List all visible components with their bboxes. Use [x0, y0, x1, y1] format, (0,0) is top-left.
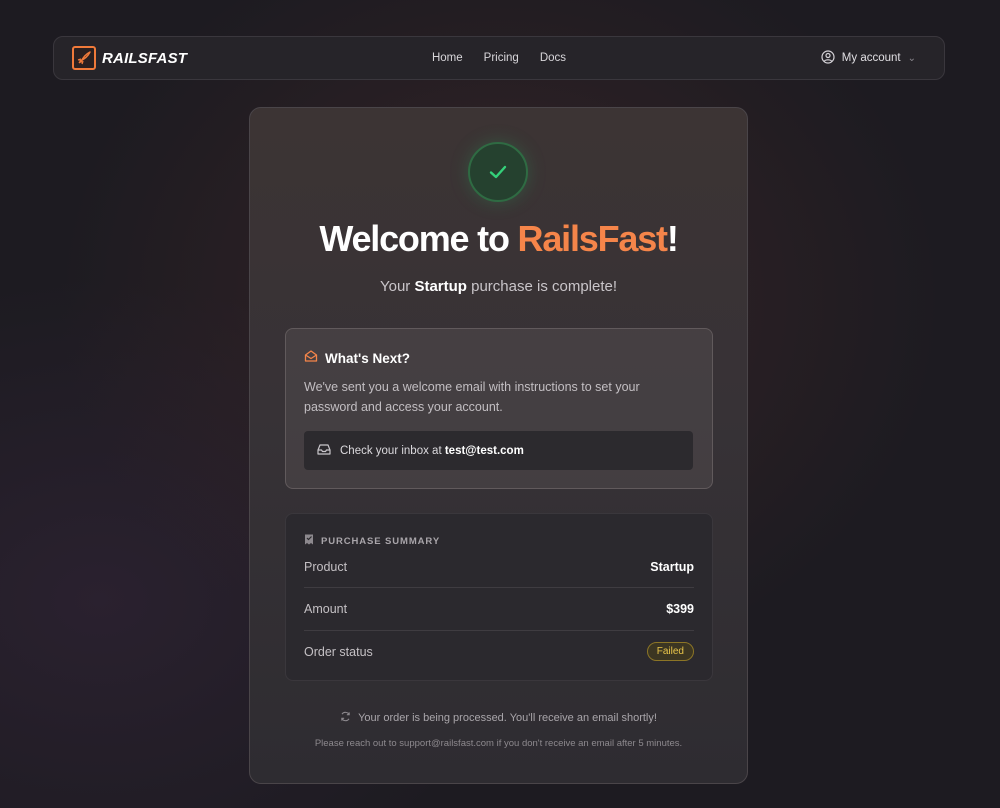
summary-value: Startup: [650, 560, 694, 574]
logo[interactable]: RAILSFAST: [72, 46, 187, 70]
summary-value: $399: [666, 602, 694, 616]
chevron-down-icon: ⌄: [907, 52, 916, 64]
receipt-icon: [304, 532, 314, 550]
title-prefix: Welcome to: [319, 218, 518, 259]
inbox-email: test@test.com: [444, 444, 524, 457]
inbox-prefix: Check your inbox at: [340, 444, 445, 457]
whats-next-title: What's Next?: [325, 351, 410, 366]
inbox-text: Check your inbox at test@test.com: [340, 445, 524, 457]
summary-row-status: Order status Failed: [304, 642, 694, 661]
subtitle-prefix: Your: [379, 278, 415, 295]
divider: [304, 587, 694, 588]
summary-label: Product: [304, 560, 348, 574]
user-circle-icon: [821, 49, 835, 67]
inbox-notice: Check your inbox at test@test.com: [304, 431, 693, 470]
processing-text: Your order is being processed. You'll re…: [358, 712, 657, 724]
purchase-summary-title: PURCHASE SUMMARY: [321, 535, 441, 547]
purchase-summary-header: PURCHASE SUMMARY: [304, 532, 440, 550]
subtitle-suffix: purchase is complete!: [466, 278, 618, 295]
envelope-open-icon: [304, 349, 318, 368]
summary-row-amount: Amount $399: [304, 602, 694, 616]
whats-next-panel: What's Next? We've sent you a welcome em…: [285, 328, 713, 489]
nav-links: Home Pricing Docs: [432, 52, 566, 64]
summary-label: Order status: [304, 644, 373, 659]
navbar: RAILSFAST Home Pricing Docs My account ⌄: [53, 36, 945, 80]
whats-next-body: We've sent you a welcome email with inst…: [304, 380, 640, 414]
refresh-icon: [340, 711, 351, 725]
success-check-icon: [468, 142, 528, 202]
page-title: Welcome to RailsFast!: [250, 218, 747, 260]
subtitle: Your Startup purchase is complete!: [250, 278, 747, 295]
title-suffix: !: [666, 218, 679, 259]
nav-link-pricing[interactable]: Pricing: [484, 52, 519, 64]
account-label: My account: [841, 52, 901, 64]
whats-next-header: What's Next?: [304, 349, 410, 368]
status-badge: Failed: [646, 642, 694, 661]
account-menu-button[interactable]: My account ⌄: [821, 49, 916, 67]
subtitle-plan: Startup: [414, 278, 467, 295]
title-brand: RailsFast: [517, 218, 668, 259]
divider: [304, 630, 694, 631]
nav-link-docs[interactable]: Docs: [540, 52, 566, 64]
processing-notice: Your order is being processed. You'll re…: [250, 711, 747, 725]
support-text: Please reach out to support@railsfast.co…: [314, 738, 683, 749]
nav-link-home[interactable]: Home: [432, 52, 463, 64]
welcome-card: Welcome to RailsFast! Your Startup purch…: [249, 107, 748, 784]
summary-label: Amount: [304, 602, 348, 616]
summary-row-product: Product Startup: [304, 560, 694, 574]
inbox-tray-icon: [317, 442, 331, 460]
rocket-icon: [72, 46, 96, 70]
purchase-summary-panel: PURCHASE SUMMARY Product Startup Amount …: [285, 513, 713, 681]
logo-text: RAILSFAST: [102, 49, 188, 67]
